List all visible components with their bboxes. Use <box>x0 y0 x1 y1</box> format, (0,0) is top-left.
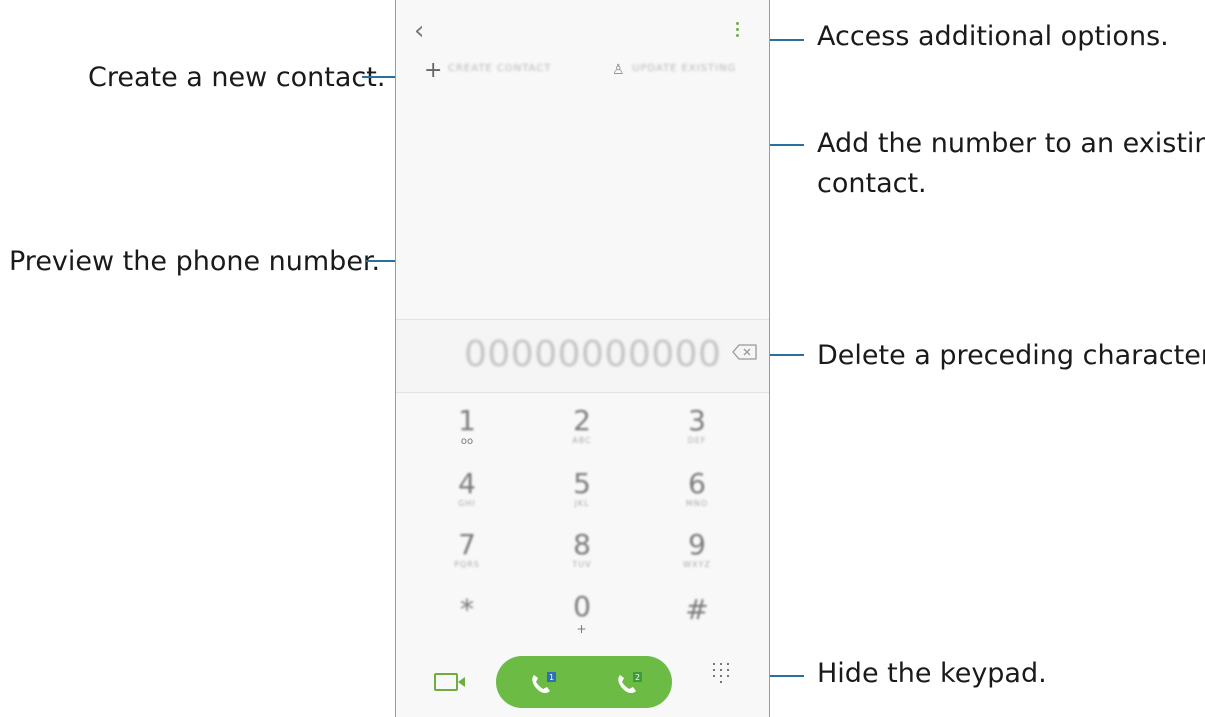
key-digit: 4 <box>458 467 476 500</box>
key-2[interactable]: 2 ABC <box>527 404 637 446</box>
callout-create-contact: Create a new contact. <box>88 62 386 93</box>
key-3[interactable]: 3 DEF <box>642 404 752 446</box>
key-hash[interactable]: # <box>642 595 752 625</box>
keypad-icon[interactable] <box>711 661 735 689</box>
key-digit: * <box>460 593 474 626</box>
key-letters: MNO <box>685 499 709 508</box>
video-call-icon[interactable] <box>434 673 458 691</box>
top-bar: ‹ + CREATE CONTACT ♙ UPDATE EXISTING <box>396 0 769 120</box>
plus-icon[interactable]: + <box>424 58 442 83</box>
key-letters: PQRS <box>454 560 480 569</box>
callout-add-existing-2: contact. <box>817 168 927 199</box>
key-star[interactable]: * <box>412 595 522 625</box>
key-6[interactable]: 6 MNO <box>642 467 752 509</box>
key-0[interactable]: 0 + <box>527 590 637 637</box>
call-button-group: 1 2 <box>496 656 672 708</box>
key-digit: 9 <box>688 528 706 561</box>
voicemail-icon: oo <box>460 436 474 447</box>
key-letters: TUV <box>572 560 592 569</box>
key-digit: # <box>685 593 709 626</box>
back-arrow-icon[interactable]: ‹ <box>414 16 424 46</box>
more-options-icon[interactable] <box>735 20 741 40</box>
callout-hide-keypad: Hide the keypad. <box>817 658 1047 689</box>
key-digit: 2 <box>573 404 591 437</box>
key-plus: + <box>576 622 588 636</box>
key-digit: 3 <box>688 404 706 437</box>
key-letters: WXYZ <box>683 560 711 569</box>
key-7[interactable]: 7 PQRS <box>412 528 522 570</box>
key-letters: GHI <box>458 499 476 508</box>
phone-screen: ‹ + CREATE CONTACT ♙ UPDATE EXISTING 000… <box>395 0 770 717</box>
sim1-label: 1 <box>549 673 554 682</box>
person-icon: ♙ <box>612 62 625 78</box>
backspace-icon[interactable] <box>732 344 758 360</box>
key-digit: 8 <box>573 528 591 561</box>
phone-number-display: 00000000000 <box>464 334 722 375</box>
call-sim2-button[interactable]: 2 <box>614 672 644 696</box>
key-digit: 7 <box>458 528 476 561</box>
callout-add-existing-1: Add the number to an existing <box>817 128 1205 159</box>
key-letters: JKL <box>574 499 590 508</box>
create-contact-button[interactable]: CREATE CONTACT <box>448 63 551 74</box>
key-4[interactable]: 4 GHI <box>412 467 522 509</box>
key-1[interactable]: 1 oo <box>412 404 522 448</box>
call-sim1-button[interactable]: 1 <box>528 672 558 696</box>
key-9[interactable]: 9 WXYZ <box>642 528 752 570</box>
sim2-label: 2 <box>635 673 640 682</box>
callout-preview-number: Preview the phone number. <box>9 246 381 277</box>
update-existing-button[interactable]: UPDATE EXISTING <box>632 63 736 74</box>
divider-bottom <box>396 392 769 393</box>
key-digit: 6 <box>688 467 706 500</box>
key-letters: ABC <box>572 436 592 445</box>
key-digit: 0 <box>573 590 591 623</box>
key-digit: 5 <box>573 467 591 500</box>
key-5[interactable]: 5 JKL <box>527 467 637 509</box>
key-8[interactable]: 8 TUV <box>527 528 637 570</box>
callout-delete-char: Delete a preceding character. <box>817 340 1205 371</box>
key-digit: 1 <box>458 404 476 437</box>
key-letters: DEF <box>687 436 707 445</box>
callout-options: Access additional options. <box>817 21 1169 52</box>
